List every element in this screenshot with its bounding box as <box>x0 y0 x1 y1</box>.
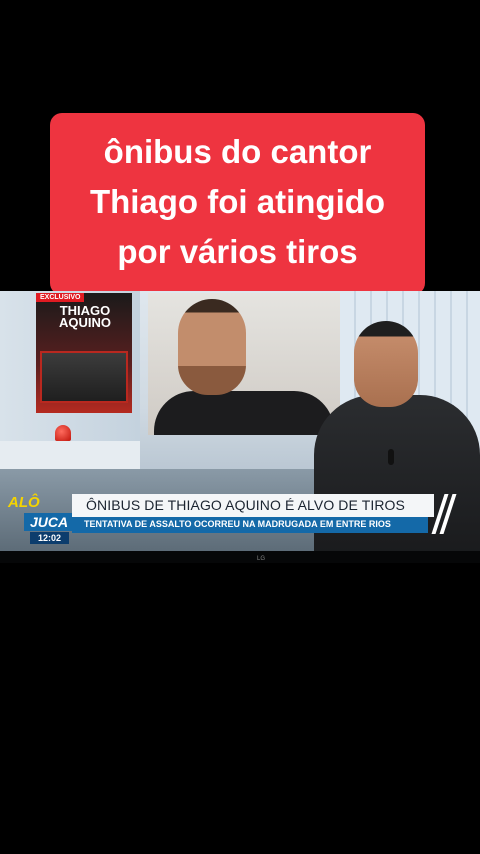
caption-line-3: por vários tiros <box>117 233 358 270</box>
caption-line-2: Thiago foi atingido <box>89 183 386 220</box>
guest-video-window <box>148 293 340 435</box>
siren-icon <box>55 425 71 441</box>
bus-image <box>40 351 128 403</box>
exclusive-panel: EXCLUSIVO THIAGO AQUINO <box>36 293 132 413</box>
headline-text: ÔNIBUS DE THIAGO AQUINO É ALVO DE TIROS <box>86 497 405 513</box>
tv-brand-logo: LG <box>257 556 266 562</box>
guest-body <box>154 391 334 435</box>
show-badge-juca: JUCA <box>24 513 75 531</box>
headline-bar: ÔNIBUS DE THIAGO AQUINO É ALVO DE TIROS <box>72 494 434 517</box>
subheadline-bar: TENTATIVA DE ASSALTO OCORREU NA MADRUGAD… <box>72 517 428 533</box>
video-caption: ônibus do cantor Thiago foi atingido por… <box>50 113 425 295</box>
exclusive-tag: EXCLUSIVO <box>36 293 85 302</box>
subheadline-text: TENTATIVA DE ASSALTO OCORREU NA MADRUGAD… <box>84 519 391 529</box>
show-badge: ALÔ JUCA 12:02 <box>6 490 75 544</box>
guest-head <box>178 299 246 395</box>
lower-third: ALÔ JUCA 12:02 ÔNIBUS DE THIAGO AQUINO É… <box>0 490 480 552</box>
anchor-head <box>354 321 418 407</box>
broadcast-clock: 12:02 <box>30 532 70 544</box>
show-badge-alo: ALÔ <box>8 494 40 511</box>
tv-bezel <box>0 551 480 563</box>
panel-name: THIAGO AQUINO <box>59 303 111 330</box>
caption-line-1: ônibus do cantor <box>103 133 372 170</box>
microphone-icon <box>388 449 394 465</box>
tv-screen: EXCLUSIVO THIAGO AQUINO ALÔ JUCA 12:02 Ô… <box>0 291 480 563</box>
